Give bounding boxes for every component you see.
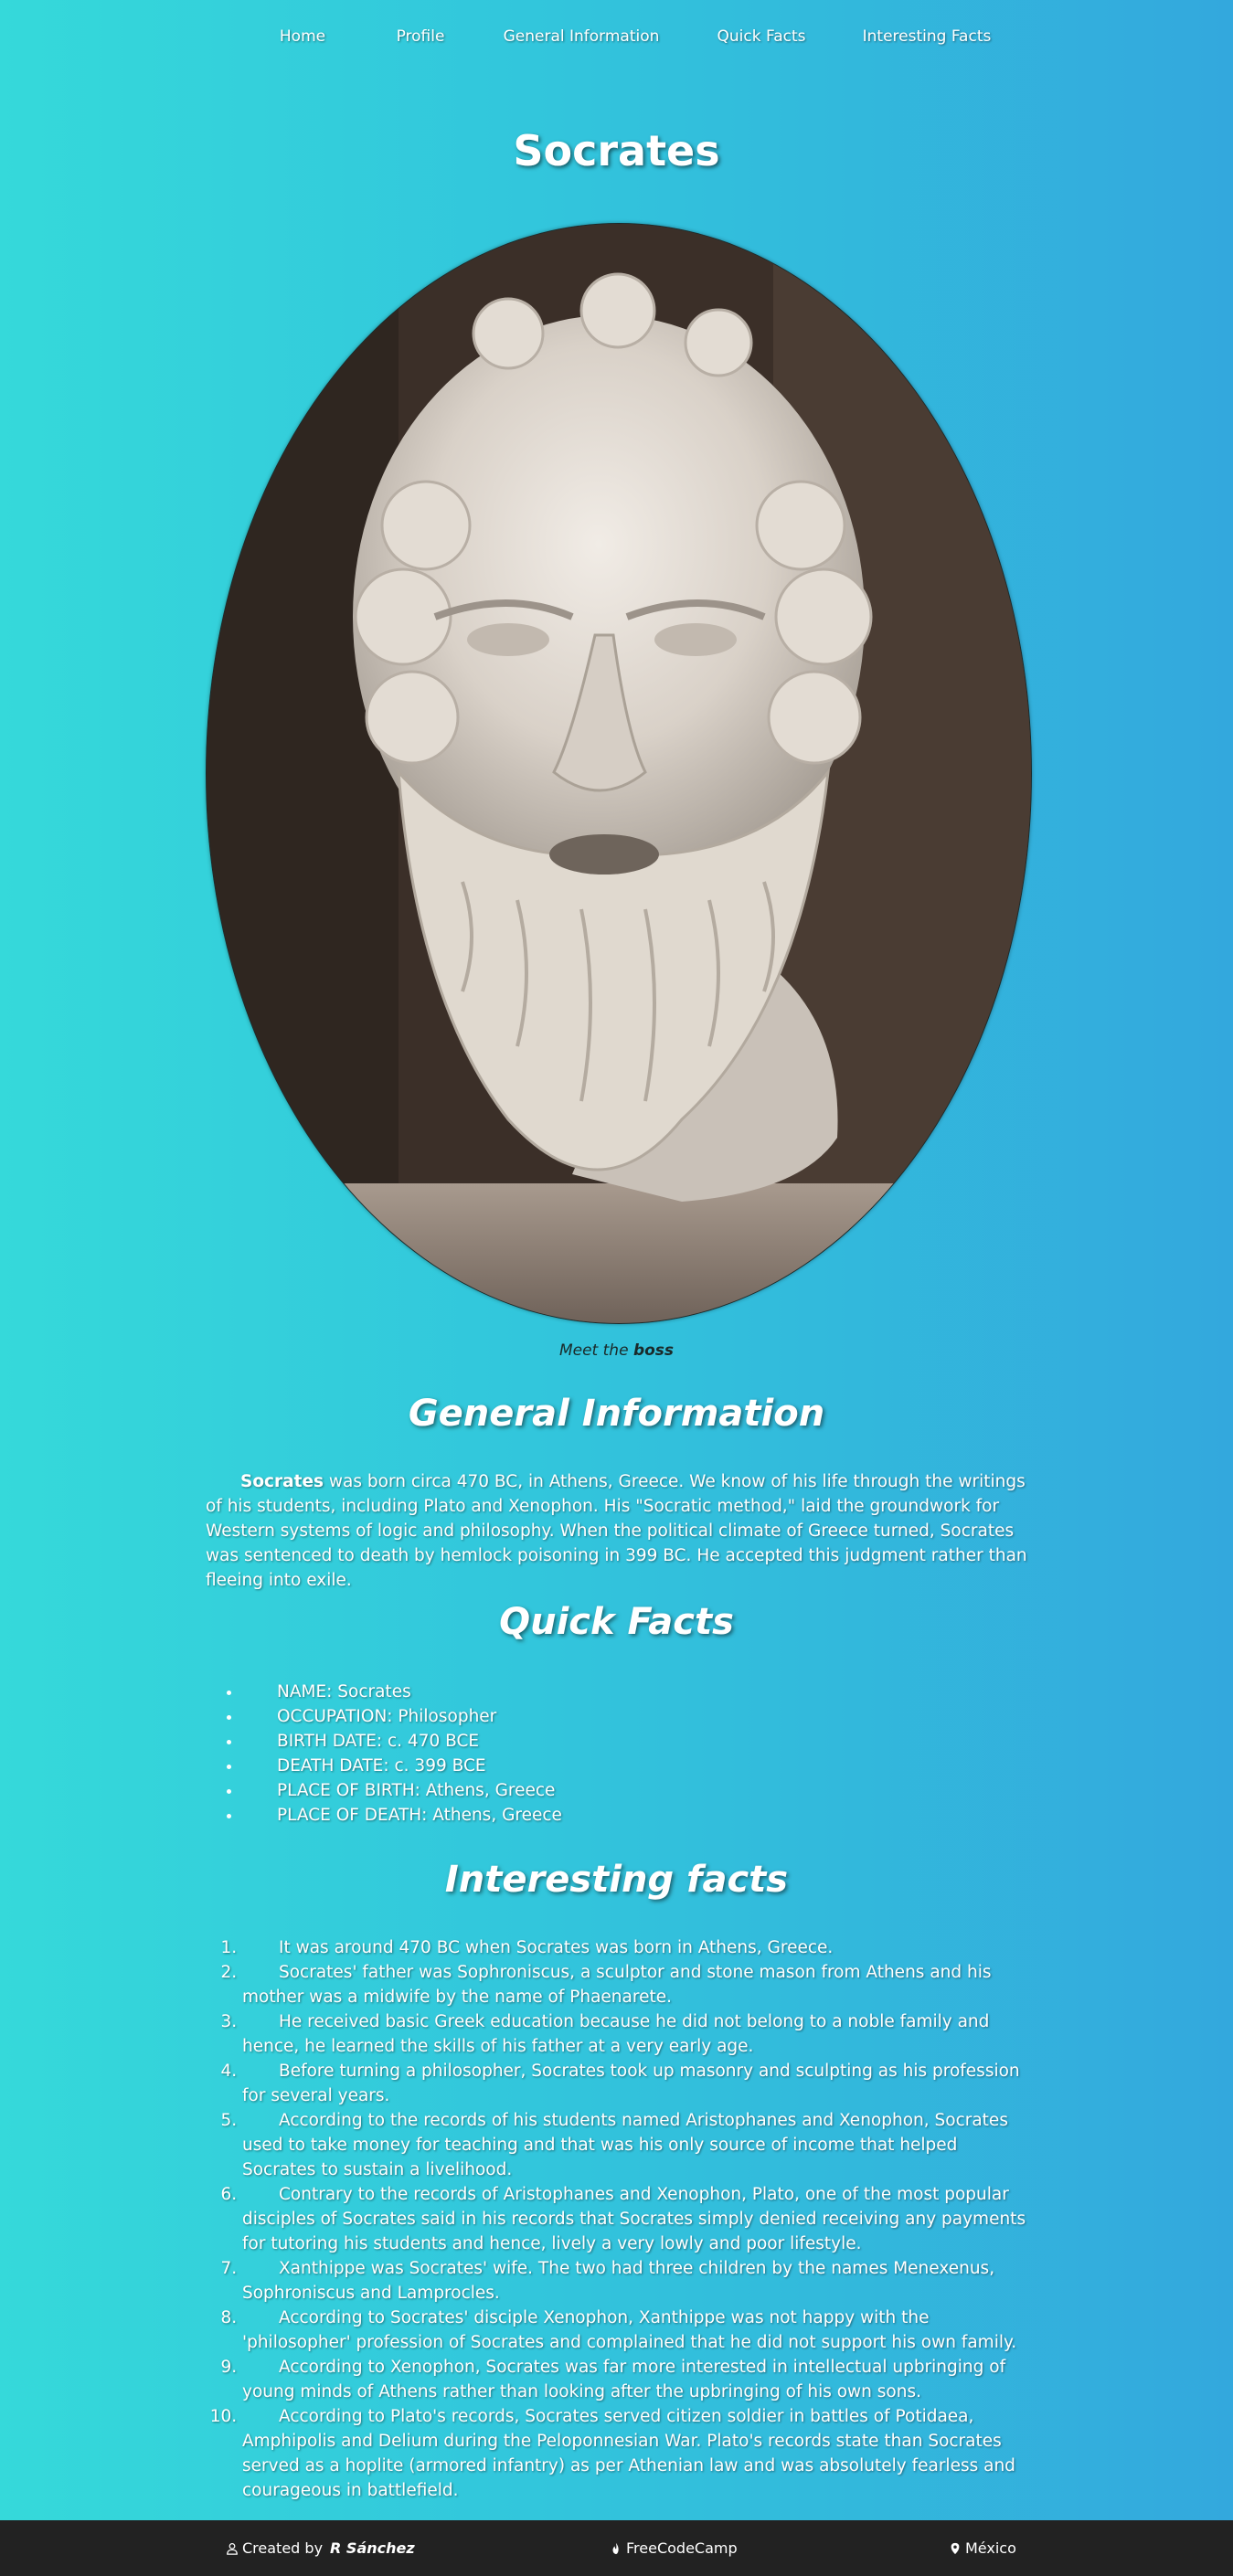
quick-facts-heading: Quick Facts [499,1601,734,1643]
list-item: BIRTH DATE: c. 470 BCE [242,1729,1030,1754]
list-item: According to Xenophon, Socrates was far … [242,2355,1030,2404]
list-item: PLACE OF BIRTH: Athens, Greece [242,1778,1030,1803]
intro-lead-bold: Socrates [240,1472,324,1491]
list-item: Contrary to the records of Aristophanes … [242,2182,1030,2256]
footer-freecodecamp-link[interactable]: FreeCodeCamp [610,2520,738,2576]
nav-link-general-information[interactable]: General Information [504,27,660,46]
flame-icon [612,2542,619,2554]
image-caption: Meet the boss [0,1341,1233,1360]
footer-author: R Sánchez [330,2539,415,2557]
user-icon [227,2542,238,2555]
socrates-bust-image [206,223,1032,1324]
quick-facts-list: NAME: Socrates OCCUPATION: Philosopher B… [206,1680,1030,1828]
general-information-heading: General Information [408,1393,825,1435]
nav-link-profile[interactable]: Profile [397,27,445,46]
interesting-facts-heading: Interesting facts [444,1859,789,1901]
footer-platform: FreeCodeCamp [626,2539,738,2557]
list-item: According to the records of his students… [242,2108,1030,2182]
list-item: It was around 470 BC when Socrates was b… [242,1935,1030,1960]
intro-body: was born circa 470 BC, in Athens, Greece… [206,1472,1027,1590]
list-item: According to Plato's records, Socrates s… [242,2404,1030,2503]
caption-bold: boss [632,1341,675,1360]
list-item: DEATH DATE: c. 399 BCE [242,1754,1030,1778]
footer-created-by: Created by [242,2539,324,2557]
footer-location-text: México [965,2539,1016,2557]
map-pin-icon [951,2542,960,2554]
list-item: Before turning a philosopher, Socrates t… [242,2059,1030,2108]
list-item: Xanthippe was Socrates' wife. The two ha… [242,2256,1030,2306]
list-item: NAME: Socrates [242,1680,1030,1704]
page-title: Socrates [513,126,720,175]
footer-credit[interactable]: Created by R Sánchez [226,2520,415,2576]
list-item: OCCUPATION: Philosopher [242,1704,1030,1729]
footer-location[interactable]: México [949,2520,1016,2576]
list-item: According to Socrates' disciple Xenophon… [242,2306,1030,2355]
page-footer: Created by R Sánchez FreeCodeCamp México [0,2520,1233,2576]
interesting-facts-list: It was around 470 BC when Socrates was b… [206,1935,1030,2503]
caption-prefix: Meet the [558,1341,629,1360]
general-information-paragraph: Socrates was born circa 470 BC, in Athen… [206,1469,1030,1593]
list-item: PLACE OF DEATH: Athens, Greece [242,1803,1030,1828]
bust-illustration [207,224,1031,1323]
list-item: He received basic Greek education becaus… [242,2009,1030,2059]
nav-link-quick-facts[interactable]: Quick Facts [717,27,806,46]
list-item: Socrates' father was Sophroniscus, a scu… [242,1960,1030,2009]
nav-link-home[interactable]: Home [280,27,325,46]
nav-link-interesting-facts[interactable]: Interesting Facts [863,27,992,46]
